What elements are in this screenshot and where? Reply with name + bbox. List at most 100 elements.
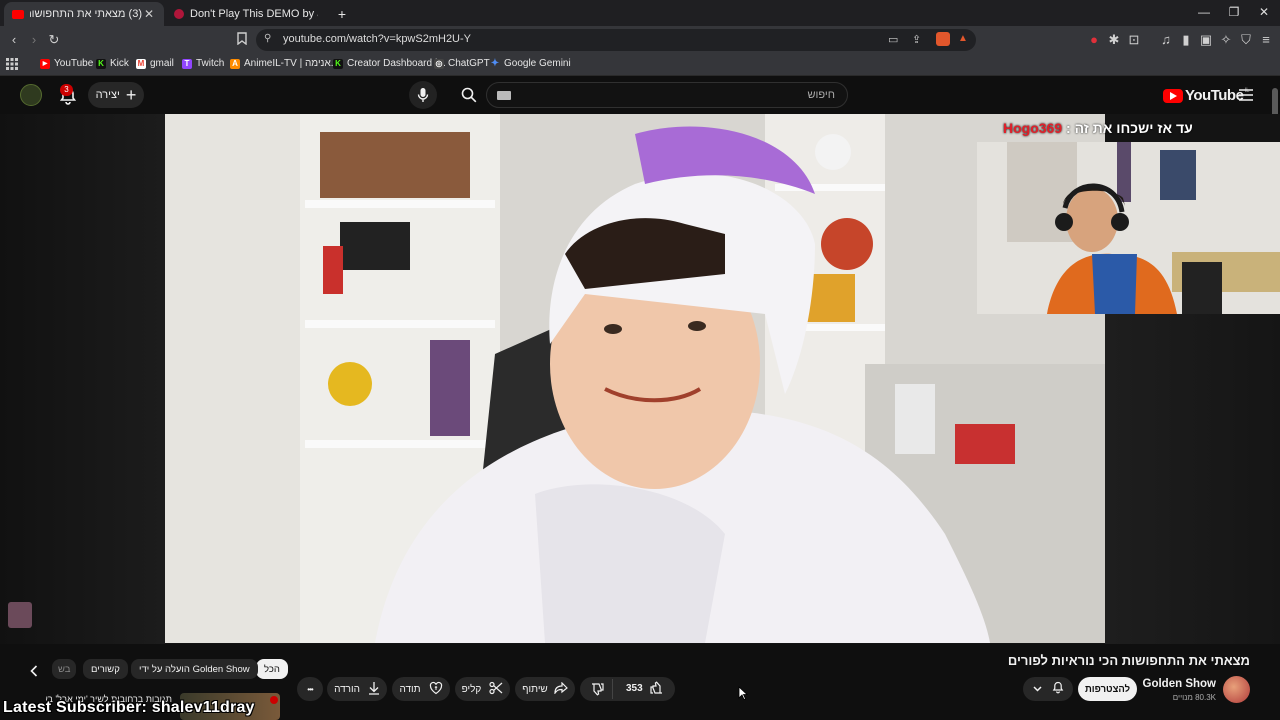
forward-icon[interactable]: › (26, 32, 42, 48)
bookmark-chatgpt[interactable]: ◎ ChatGPT (434, 58, 490, 69)
tab-bar: (3) מצאתי את התחפושות הכי נו ✕ Don't Pla… (0, 0, 1280, 26)
bookmark-gemini[interactable]: ✦ Google Gemini (490, 58, 571, 69)
live-dot-icon (270, 696, 278, 704)
video-frame[interactable] (165, 114, 1105, 643)
bell-icon (1052, 681, 1064, 697)
download-label: הורדה (334, 683, 360, 695)
overlay-name: Hogo369 (1003, 120, 1063, 136)
chip-related[interactable]: קשורים (83, 659, 128, 679)
subscription-bell-button[interactable] (1023, 677, 1073, 701)
kick-icon: K (96, 58, 106, 69)
address-bar[interactable]: ⚲ youtube.com/watch?v=kpwS2mH2U-Y ▭ ⇪ ▲ (256, 29, 976, 51)
browser-tab[interactable]: Don't Play This DEMO by a1esska, Ac (166, 2, 326, 26)
chips-scroll-left-icon[interactable] (30, 664, 38, 682)
extension-red-icon[interactable]: ● (1086, 32, 1102, 48)
bookmark-kick[interactable]: K Kick (96, 58, 129, 69)
bookmarks-bar: ▶ YouTube K Kick Mgmail T Twitch A AnimeIL-T… (0, 54, 1280, 76)
notification-count-badge: 3 (60, 84, 73, 96)
leo-ai-icon[interactable]: ✧ (1218, 32, 1234, 48)
minimize-icon[interactable]: — (1196, 5, 1212, 19)
rewards-icon[interactable]: ▲ (958, 33, 968, 44)
reload-icon[interactable]: ↻ (46, 32, 62, 48)
channel-avatar[interactable] (1223, 676, 1250, 703)
chip-partial[interactable]: בש (52, 659, 77, 679)
sidebar-icon[interactable]: ▮ (1178, 32, 1194, 48)
search-button[interactable] (455, 81, 483, 109)
tab-title: Don't Play This DEMO by a1esska, Ac (190, 8, 318, 20)
maximize-icon[interactable]: ❐ (1226, 5, 1242, 19)
bookmark-label: Kick (110, 58, 129, 69)
back-icon[interactable]: ‹ (6, 32, 22, 48)
share-label: שיתוף (522, 683, 548, 695)
scissors-icon (489, 681, 503, 698)
youtube-logo[interactable]: YouTube IL (1163, 87, 1249, 104)
new-tab-button[interactable]: + (332, 2, 352, 26)
thanks-button[interactable]: תודה (392, 677, 450, 701)
bookmark-twitch[interactable]: T Twitch (182, 58, 224, 69)
url-text: youtube.com/watch?v=kpwS2mH2U-Y (283, 33, 471, 45)
bookmark-label: Twitch (196, 58, 225, 69)
extensions-icon[interactable]: ✱ (1106, 32, 1122, 48)
thanks-label: תודה (399, 683, 421, 695)
bookmark-gmail[interactable]: Mgmail (136, 58, 174, 69)
video-title: מצאתי את התחפושות הכי נוראיות לפורים (1007, 653, 1250, 668)
apps-grid-icon[interactable] (6, 58, 18, 70)
browser-tab-active[interactable]: (3) מצאתי את התחפושות הכי נו ✕ (4, 2, 164, 26)
webcam-overlay (977, 142, 1280, 314)
subscriber-count: 80.3K מנויים (1172, 693, 1216, 702)
close-window-icon[interactable]: ✕ (1256, 5, 1272, 19)
super-thanks-icon (429, 681, 443, 698)
bookmark-creator-dashboard[interactable]: K Creator Dashboard |... (333, 58, 446, 69)
cast-icon[interactable]: ▭ (888, 33, 898, 46)
like-count: 353 (626, 683, 643, 694)
site-info-icon[interactable]: ⚲ (264, 33, 271, 44)
avatar[interactable] (20, 84, 42, 106)
hamburger-menu-icon[interactable] (1239, 88, 1253, 106)
twitch-icon: T (182, 58, 192, 69)
vpn-shield-icon[interactable]: ⛉ (1238, 32, 1254, 48)
dislike-button[interactable] (590, 682, 604, 699)
more-actions-button[interactable]: ••• (297, 677, 323, 701)
keyboard-icon[interactable] (497, 91, 511, 100)
create-label: יצירה (95, 89, 120, 101)
media-icon[interactable]: ♫ (1158, 32, 1174, 48)
like-dislike-group: 353 (580, 677, 675, 701)
bookmark-youtube[interactable]: ▶ YouTube (40, 58, 93, 69)
webcam-scene (977, 142, 1280, 314)
voice-search-icon[interactable] (409, 81, 437, 109)
like-button[interactable] (650, 681, 664, 698)
bookmark-label: AnimeIL-TV | אנימה... (244, 58, 339, 69)
channel-name[interactable]: Golden Show (1143, 678, 1216, 690)
create-button[interactable]: יצירה + (88, 82, 144, 108)
download-icon (368, 681, 380, 698)
search-input[interactable]: חיפוש (486, 82, 848, 108)
bookmark-label: gmail (150, 58, 174, 69)
screenshot-icon[interactable]: ⊡ (1126, 32, 1142, 48)
bookmark-label: YouTube (54, 58, 94, 69)
download-button[interactable]: הורדה (327, 677, 387, 701)
bookmark-icon[interactable] (234, 32, 250, 50)
brave-shield-icon[interactable] (936, 32, 950, 46)
chip-uploaded-by[interactable]: הועלה על ידי Golden Show (131, 659, 258, 679)
latest-subscriber-overlay: Latest Subscriber: shalev11dray (3, 699, 255, 716)
join-button[interactable]: להצטרפות (1078, 677, 1137, 701)
share-page-icon[interactable]: ⇪ (912, 33, 921, 46)
youtube-icon: ▶ (40, 58, 50, 69)
clip-label: קליפ (461, 683, 482, 695)
chip-all[interactable]: הכל (256, 659, 288, 679)
bookmark-label: Google Gemini (504, 58, 571, 69)
bookmark-animeil[interactable]: A AnimeIL-TV | אנימה... (230, 58, 339, 69)
wallet-icon[interactable]: ▣ (1198, 32, 1214, 48)
menu-icon[interactable]: ≡ (1258, 32, 1274, 48)
close-tab-icon[interactable]: ✕ (142, 7, 156, 21)
stream-overlay-text: עד אז ישכחו את זה : Hogo369 (1003, 120, 1193, 136)
share-button[interactable]: שיתוף (515, 677, 575, 701)
bookmark-label: ChatGPT (448, 58, 490, 69)
chevron-down-icon (1032, 684, 1042, 694)
search-placeholder: חיפוש (807, 89, 835, 101)
clip-button[interactable]: קליפ (455, 677, 510, 701)
overlay-text-prefix: עד אז ישכחו את זה : (1062, 120, 1193, 136)
gmail-icon: M (136, 58, 146, 69)
youtube-favicon-icon (12, 9, 24, 19)
youtube-logo-text: YouTube (1185, 87, 1244, 104)
